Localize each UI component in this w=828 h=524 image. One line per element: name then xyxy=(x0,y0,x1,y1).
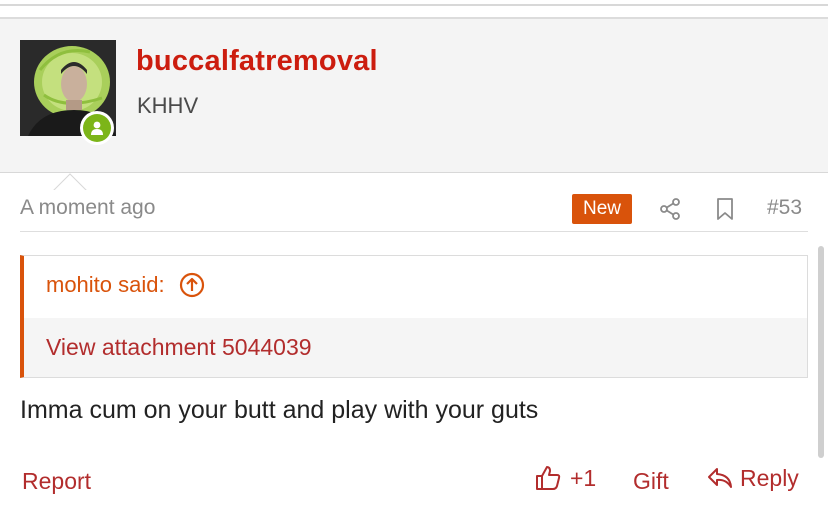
quote-header[interactable]: mohito said: xyxy=(46,272,205,298)
user-block: buccalfatremoval KHHV xyxy=(0,19,828,191)
online-status-icon xyxy=(83,114,111,142)
post-number-link[interactable]: #53 xyxy=(767,196,802,220)
online-status-badge xyxy=(80,111,114,145)
reply-arrow-icon xyxy=(708,468,732,488)
like-count: +1 xyxy=(570,464,597,491)
quote-body: View attachment 5044039 xyxy=(24,318,807,377)
post-meta-row: A moment ago New #53 xyxy=(20,192,808,232)
view-attachment-link[interactable]: View attachment 5044039 xyxy=(46,334,312,361)
new-badge: New xyxy=(572,194,632,224)
user-title: KHHV xyxy=(137,93,199,118)
scrollbar[interactable] xyxy=(818,246,824,458)
report-link[interactable]: Report xyxy=(22,468,91,495)
thumbs-up-icon xyxy=(536,466,561,490)
quote-block: mohito said: View attachment 5044039 xyxy=(20,255,808,378)
post-actions-row: Report +1 Gift Reply xyxy=(20,462,810,502)
gift-link[interactable]: Gift xyxy=(633,468,669,495)
post-timestamp[interactable]: A moment ago xyxy=(20,196,155,220)
like-button[interactable]: +1 xyxy=(534,464,596,492)
message-arrow-notch xyxy=(53,173,87,191)
reply-label: Reply xyxy=(740,464,799,491)
arrow-up-circle-icon[interactable] xyxy=(179,272,205,298)
share-icon[interactable] xyxy=(658,197,682,221)
username-link[interactable]: buccalfatremoval xyxy=(136,45,378,78)
top-strip xyxy=(0,0,828,19)
quote-author-label[interactable]: mohito said: xyxy=(46,272,165,298)
reply-button[interactable]: Reply xyxy=(706,464,799,492)
bookmark-icon[interactable] xyxy=(715,197,735,221)
message-body: Imma cum on your butt and play with your… xyxy=(20,396,539,424)
